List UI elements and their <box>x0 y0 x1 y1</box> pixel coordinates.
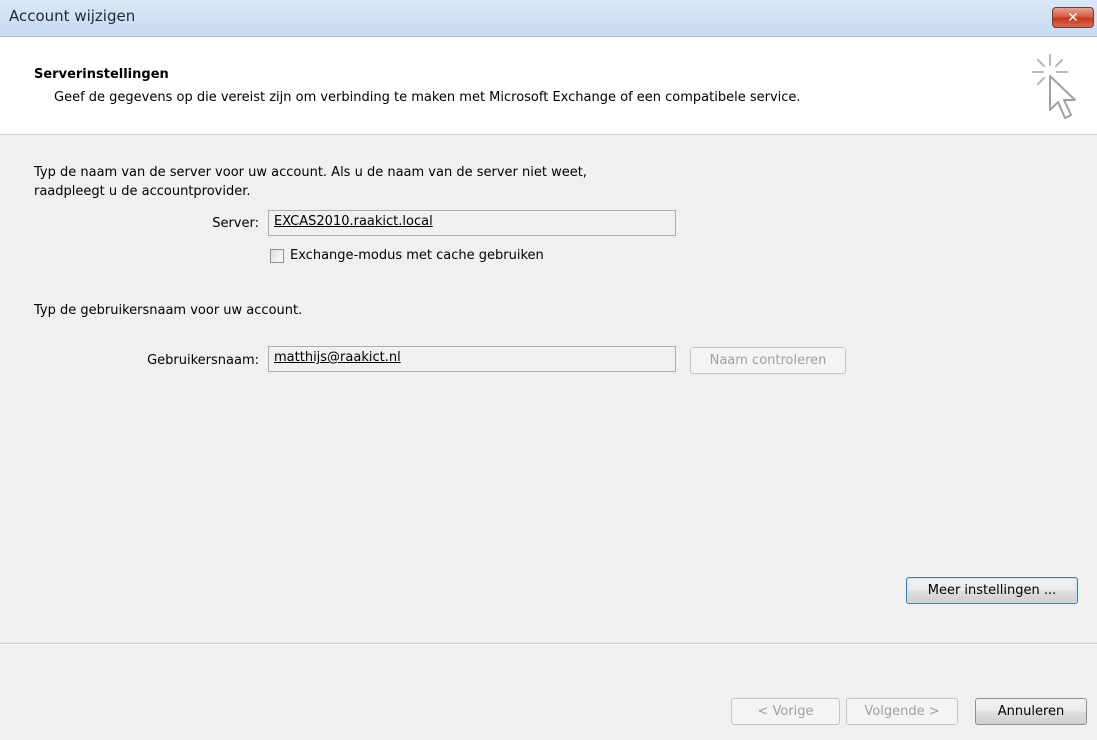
server-label: Server: <box>212 216 259 231</box>
footer-divider-highlight <box>0 644 1097 645</box>
wizard-header: Serverinstellingen Geef de gegevens op d… <box>0 37 1097 135</box>
page-title: Serverinstellingen <box>34 67 169 82</box>
cache-mode-label[interactable]: Exchange-modus met cache gebruiken <box>290 248 544 263</box>
check-name-button[interactable]: Naam controleren <box>690 347 846 374</box>
username-intro: Typ de gebruikersnaam voor uw account. <box>34 303 303 318</box>
window-title: Account wijzigen <box>9 7 136 25</box>
title-bar[interactable]: Account wijzigen ✕ <box>0 0 1097 37</box>
cache-mode-checkbox[interactable] <box>270 249 284 263</box>
server-intro-line2: raadpleegt u de accountprovider. <box>34 184 251 199</box>
server-intro-line1: Typ de naam van de server voor uw accoun… <box>34 165 587 180</box>
server-field[interactable]: EXCAS2010.raakict.local <box>268 210 676 236</box>
back-button[interactable]: < Vorige <box>731 698 840 725</box>
next-button[interactable]: Volgende > <box>846 698 958 725</box>
close-button[interactable]: ✕ <box>1052 7 1094 28</box>
more-settings-button[interactable]: Meer instellingen ... <box>906 577 1078 604</box>
page-subtitle: Geef de gegevens op die vereist zijn om … <box>54 90 801 105</box>
account-change-dialog: Account wijzigen ✕ Serverinstellingen Ge… <box>0 0 1097 740</box>
server-value: EXCAS2010.raakict.local <box>274 214 433 229</box>
username-value: matthijs@raakict.nl <box>274 350 401 365</box>
pointer-sparkle-icon <box>1032 54 1076 119</box>
cancel-button[interactable]: Annuleren <box>975 698 1087 725</box>
username-field[interactable]: matthijs@raakict.nl <box>268 346 676 372</box>
username-label: Gebruikersnaam: <box>147 353 259 368</box>
wizard-body: Typ de naam van de server voor uw accoun… <box>0 135 1097 643</box>
close-icon: ✕ <box>1067 10 1079 26</box>
